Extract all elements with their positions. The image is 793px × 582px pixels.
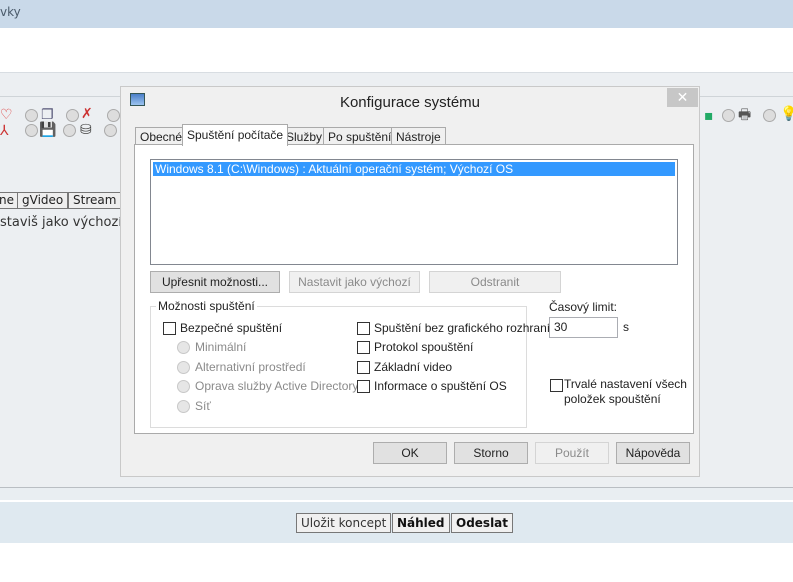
toolbar-radio[interactable] bbox=[763, 109, 776, 122]
system-configuration-dialog: Konfigurace systému ✕ Obecné Spuštění po… bbox=[120, 86, 700, 477]
alternate-shell-radio[interactable] bbox=[177, 361, 190, 374]
save-icon[interactable]: 💾 bbox=[39, 122, 56, 138]
boot-entries-list[interactable]: Windows 8.1 (C:\Windows) : Aktuální oper… bbox=[150, 159, 678, 265]
tab-tools[interactable]: Nástroje bbox=[391, 127, 446, 145]
base-video-checkbox[interactable] bbox=[357, 361, 370, 374]
toolbar-radio[interactable] bbox=[722, 109, 735, 122]
save-draft-button[interactable]: Uložit koncept bbox=[296, 513, 392, 533]
boot-entry[interactable]: Windows 8.1 (C:\Windows) : Aktuální oper… bbox=[153, 162, 675, 176]
toolbar-radio[interactable] bbox=[107, 109, 120, 122]
printer-icon[interactable]: 🖶 bbox=[738, 107, 751, 123]
boot-log-label: Protokol spouštění bbox=[374, 340, 474, 354]
set-default-button[interactable]: Nastavit jako výchozí bbox=[289, 271, 420, 293]
os-info-label: Informace o spuštění OS bbox=[374, 379, 507, 393]
delete-button[interactable]: Odstranit bbox=[429, 271, 561, 293]
ad-repair-label: Oprava služby Active Directory bbox=[195, 379, 359, 393]
dialog-title-bar[interactable]: Konfigurace systému ✕ bbox=[121, 87, 699, 117]
alternate-shell-label: Alternativní prostředí bbox=[195, 360, 306, 374]
network-radio[interactable] bbox=[177, 400, 190, 413]
boot-tab-panel: Windows 8.1 (C:\Windows) : Aktuální oper… bbox=[134, 144, 694, 434]
boot-options-label: Možnosti spuštění bbox=[156, 299, 257, 313]
tools-icon[interactable]: ✗ bbox=[81, 106, 93, 122]
timeout-unit: s bbox=[623, 320, 629, 334]
no-gui-checkbox[interactable] bbox=[357, 322, 370, 335]
toolbar-radio[interactable] bbox=[63, 124, 76, 137]
send-button[interactable]: Odeslat bbox=[451, 513, 514, 533]
network-label: Síť bbox=[195, 399, 211, 413]
page-top-bar: vky bbox=[0, 0, 793, 28]
separator-band bbox=[0, 488, 793, 500]
base-video-label: Základní video bbox=[374, 360, 453, 374]
pdf-icon[interactable]: ⅄ bbox=[0, 123, 9, 139]
minimal-label: Minimální bbox=[195, 340, 247, 354]
windows-icon[interactable]: ❐ bbox=[41, 107, 54, 123]
tab-startup[interactable]: Po spuštění bbox=[323, 127, 397, 145]
tab-general[interactable]: Obecné bbox=[135, 127, 188, 145]
preview-button[interactable]: Náhled bbox=[392, 513, 450, 533]
timeout-input[interactable]: 30 bbox=[549, 317, 618, 338]
toolbar-radio[interactable] bbox=[66, 109, 79, 122]
top-bar-text: vky bbox=[0, 5, 21, 19]
boot-log-checkbox[interactable] bbox=[357, 341, 370, 354]
heart-icon[interactable]: ♡ bbox=[0, 107, 13, 123]
make-permanent-label-line1: Trvalé nastavení všech bbox=[564, 377, 687, 391]
toolbar-radio[interactable] bbox=[104, 124, 117, 137]
advanced-options-button[interactable]: Upřesnit možnosti... bbox=[150, 271, 280, 293]
ad-repair-radio[interactable] bbox=[177, 380, 190, 393]
dialog-title: Konfigurace systému bbox=[339, 94, 481, 111]
toolbar-radio[interactable] bbox=[25, 124, 38, 137]
apply-button[interactable]: Použít bbox=[535, 442, 609, 464]
safe-boot-checkbox[interactable] bbox=[163, 322, 176, 335]
disk-icon[interactable]: ⛁ bbox=[80, 122, 92, 138]
tab-boot[interactable]: Spuštění počítače bbox=[182, 124, 289, 146]
no-gui-label: Spuštění bez grafického rozhraní bbox=[374, 321, 551, 335]
chip-icon[interactable]: ▪ bbox=[704, 108, 714, 124]
cancel-button[interactable]: Storno bbox=[454, 442, 528, 464]
editor-button-stream[interactable]: Stream bbox=[68, 192, 122, 209]
os-info-checkbox[interactable] bbox=[357, 380, 370, 393]
make-permanent-checkbox[interactable] bbox=[550, 379, 563, 392]
editor-button-gvideo[interactable]: gVideo bbox=[17, 192, 69, 209]
close-button[interactable]: ✕ bbox=[667, 88, 698, 107]
ok-button[interactable]: OK bbox=[373, 442, 447, 464]
safe-boot-label: Bezpečné spuštění bbox=[180, 321, 283, 335]
timeout-label: Časový limit: bbox=[549, 300, 618, 314]
make-permanent-label-line2: položek spouštění bbox=[564, 392, 661, 406]
help-button[interactable]: Nápověda bbox=[616, 442, 690, 464]
lightbulb-icon[interactable]: 💡 bbox=[780, 106, 793, 122]
hint-text: staviš jako výchozí c bbox=[0, 215, 134, 230]
toolbar-radio[interactable] bbox=[25, 109, 38, 122]
minimal-radio[interactable] bbox=[177, 341, 190, 354]
